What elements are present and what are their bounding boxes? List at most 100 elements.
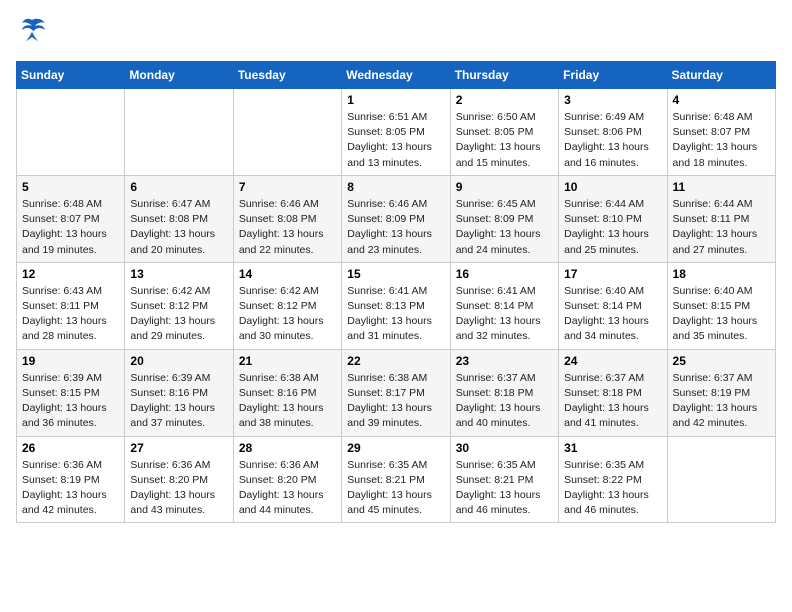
calendar-cell: 3 Sunrise: 6:49 AMSunset: 8:06 PMDaylight… <box>559 89 667 176</box>
day-info: Sunrise: 6:35 AMSunset: 8:22 PMDaylight:… <box>564 458 661 519</box>
day-number: 14 <box>239 267 336 281</box>
day-of-week-header: Friday <box>559 62 667 89</box>
calendar-cell: 14 Sunrise: 6:42 AMSunset: 8:12 PMDayligh… <box>233 262 341 349</box>
day-info: Sunrise: 6:37 AMSunset: 8:18 PMDaylight:… <box>564 371 661 432</box>
calendar-cell: 15 Sunrise: 6:41 AMSunset: 8:13 PMDayligh… <box>342 262 450 349</box>
day-info: Sunrise: 6:35 AMSunset: 8:21 PMDaylight:… <box>347 458 444 519</box>
day-number: 9 <box>456 180 553 194</box>
day-of-week-header: Sunday <box>17 62 125 89</box>
calendar-cell: 9 Sunrise: 6:45 AMSunset: 8:09 PMDaylight… <box>450 175 558 262</box>
calendar-cell <box>125 89 233 176</box>
day-info: Sunrise: 6:39 AMSunset: 8:16 PMDaylight:… <box>130 371 227 432</box>
day-number: 4 <box>673 93 770 107</box>
day-number: 3 <box>564 93 661 107</box>
day-info: Sunrise: 6:43 AMSunset: 8:11 PMDaylight:… <box>22 284 119 345</box>
calendar-cell <box>233 89 341 176</box>
day-number: 22 <box>347 354 444 368</box>
calendar-cell: 1 Sunrise: 6:51 AMSunset: 8:05 PMDaylight… <box>342 89 450 176</box>
day-info: Sunrise: 6:44 AMSunset: 8:10 PMDaylight:… <box>564 197 661 258</box>
calendar-cell: 11 Sunrise: 6:44 AMSunset: 8:11 PMDayligh… <box>667 175 775 262</box>
day-info: Sunrise: 6:45 AMSunset: 8:09 PMDaylight:… <box>456 197 553 258</box>
day-info: Sunrise: 6:48 AMSunset: 8:07 PMDaylight:… <box>673 110 770 171</box>
page-header <box>16 16 776 49</box>
day-info: Sunrise: 6:46 AMSunset: 8:08 PMDaylight:… <box>239 197 336 258</box>
calendar-cell: 31 Sunrise: 6:35 AMSunset: 8:22 PMDayligh… <box>559 436 667 523</box>
day-number: 6 <box>130 180 227 194</box>
day-number: 26 <box>22 441 119 455</box>
calendar-cell: 30 Sunrise: 6:35 AMSunset: 8:21 PMDayligh… <box>450 436 558 523</box>
logo <box>16 16 50 49</box>
day-info: Sunrise: 6:41 AMSunset: 8:13 PMDaylight:… <box>347 284 444 345</box>
calendar-cell: 4 Sunrise: 6:48 AMSunset: 8:07 PMDaylight… <box>667 89 775 176</box>
calendar-week-row: 1 Sunrise: 6:51 AMSunset: 8:05 PMDaylight… <box>17 89 776 176</box>
calendar-cell: 12Sunrise: 6:43 AMSunset: 8:11 PMDayligh… <box>17 262 125 349</box>
calendar-cell: 25Sunrise: 6:37 AMSunset: 8:19 PMDayligh… <box>667 349 775 436</box>
day-number: 11 <box>673 180 770 194</box>
calendar-cell: 18 Sunrise: 6:40 AMSunset: 8:15 PMDayligh… <box>667 262 775 349</box>
day-number: 31 <box>564 441 661 455</box>
day-info: Sunrise: 6:44 AMSunset: 8:11 PMDaylight:… <box>673 197 770 258</box>
calendar-cell: 17 Sunrise: 6:40 AMSunset: 8:14 PMDayligh… <box>559 262 667 349</box>
calendar-cell: 29 Sunrise: 6:35 AMSunset: 8:21 PMDayligh… <box>342 436 450 523</box>
day-number: 17 <box>564 267 661 281</box>
calendar-cell: 8 Sunrise: 6:46 AMSunset: 8:09 PMDaylight… <box>342 175 450 262</box>
calendar-cell: 24Sunrise: 6:37 AMSunset: 8:18 PMDayligh… <box>559 349 667 436</box>
day-info: Sunrise: 6:35 AMSunset: 8:21 PMDaylight:… <box>456 458 553 519</box>
day-number: 19 <box>22 354 119 368</box>
day-of-week-header: Thursday <box>450 62 558 89</box>
day-info: Sunrise: 6:51 AMSunset: 8:05 PMDaylight:… <box>347 110 444 171</box>
day-info: Sunrise: 6:41 AMSunset: 8:14 PMDaylight:… <box>456 284 553 345</box>
day-number: 15 <box>347 267 444 281</box>
day-info: Sunrise: 6:48 AMSunset: 8:07 PMDaylight:… <box>22 197 119 258</box>
calendar-week-row: 5 Sunrise: 6:48 AMSunset: 8:07 PMDaylight… <box>17 175 776 262</box>
calendar-week-row: 12Sunrise: 6:43 AMSunset: 8:11 PMDayligh… <box>17 262 776 349</box>
calendar-cell: 26Sunrise: 6:36 AMSunset: 8:19 PMDayligh… <box>17 436 125 523</box>
day-number: 7 <box>239 180 336 194</box>
calendar-cell: 6 Sunrise: 6:47 AMSunset: 8:08 PMDaylight… <box>125 175 233 262</box>
calendar-cell <box>667 436 775 523</box>
day-number: 29 <box>347 441 444 455</box>
day-number: 13 <box>130 267 227 281</box>
calendar-cell: 2 Sunrise: 6:50 AMSunset: 8:05 PMDaylight… <box>450 89 558 176</box>
day-of-week-header: Wednesday <box>342 62 450 89</box>
day-info: Sunrise: 6:47 AMSunset: 8:08 PMDaylight:… <box>130 197 227 258</box>
calendar-cell: 13 Sunrise: 6:42 AMSunset: 8:12 PMDayligh… <box>125 262 233 349</box>
calendar-week-row: 19 Sunrise: 6:39 AMSunset: 8:15 PMDayligh… <box>17 349 776 436</box>
day-number: 27 <box>130 441 227 455</box>
day-info: Sunrise: 6:50 AMSunset: 8:05 PMDaylight:… <box>456 110 553 171</box>
day-number: 10 <box>564 180 661 194</box>
day-number: 1 <box>347 93 444 107</box>
day-number: 8 <box>347 180 444 194</box>
day-info: Sunrise: 6:37 AMSunset: 8:18 PMDaylight:… <box>456 371 553 432</box>
day-info: Sunrise: 6:42 AMSunset: 8:12 PMDaylight:… <box>130 284 227 345</box>
day-info: Sunrise: 6:38 AMSunset: 8:17 PMDaylight:… <box>347 371 444 432</box>
day-info: Sunrise: 6:49 AMSunset: 8:06 PMDaylight:… <box>564 110 661 171</box>
calendar-body: 1 Sunrise: 6:51 AMSunset: 8:05 PMDaylight… <box>17 89 776 523</box>
day-info: Sunrise: 6:36 AMSunset: 8:20 PMDaylight:… <box>130 458 227 519</box>
day-number: 21 <box>239 354 336 368</box>
day-info: Sunrise: 6:40 AMSunset: 8:15 PMDaylight:… <box>673 284 770 345</box>
calendar-cell: 19 Sunrise: 6:39 AMSunset: 8:15 PMDayligh… <box>17 349 125 436</box>
day-number: 18 <box>673 267 770 281</box>
day-info: Sunrise: 6:46 AMSunset: 8:09 PMDaylight:… <box>347 197 444 258</box>
day-info: Sunrise: 6:40 AMSunset: 8:14 PMDaylight:… <box>564 284 661 345</box>
day-info: Sunrise: 6:39 AMSunset: 8:15 PMDaylight:… <box>22 371 119 432</box>
day-number: 2 <box>456 93 553 107</box>
day-number: 28 <box>239 441 336 455</box>
day-number: 16 <box>456 267 553 281</box>
calendar-cell: 28 Sunrise: 6:36 AMSunset: 8:20 PMDayligh… <box>233 436 341 523</box>
calendar-cell: 27 Sunrise: 6:36 AMSunset: 8:20 PMDayligh… <box>125 436 233 523</box>
logo-bird-icon <box>18 16 46 44</box>
calendar-cell: 21 Sunrise: 6:38 AMSunset: 8:16 PMDayligh… <box>233 349 341 436</box>
day-info: Sunrise: 6:42 AMSunset: 8:12 PMDaylight:… <box>239 284 336 345</box>
day-number: 30 <box>456 441 553 455</box>
day-info: Sunrise: 6:38 AMSunset: 8:16 PMDaylight:… <box>239 371 336 432</box>
day-info: Sunrise: 6:37 AMSunset: 8:19 PMDaylight:… <box>673 371 770 432</box>
day-of-week-header: Saturday <box>667 62 775 89</box>
calendar-table: SundayMondayTuesdayWednesdayThursdayFrid… <box>16 61 776 523</box>
day-info: Sunrise: 6:36 AMSunset: 8:20 PMDaylight:… <box>239 458 336 519</box>
day-of-week-header: Tuesday <box>233 62 341 89</box>
calendar-cell: 23 Sunrise: 6:37 AMSunset: 8:18 PMDayligh… <box>450 349 558 436</box>
day-number: 23 <box>456 354 553 368</box>
day-number: 5 <box>22 180 119 194</box>
